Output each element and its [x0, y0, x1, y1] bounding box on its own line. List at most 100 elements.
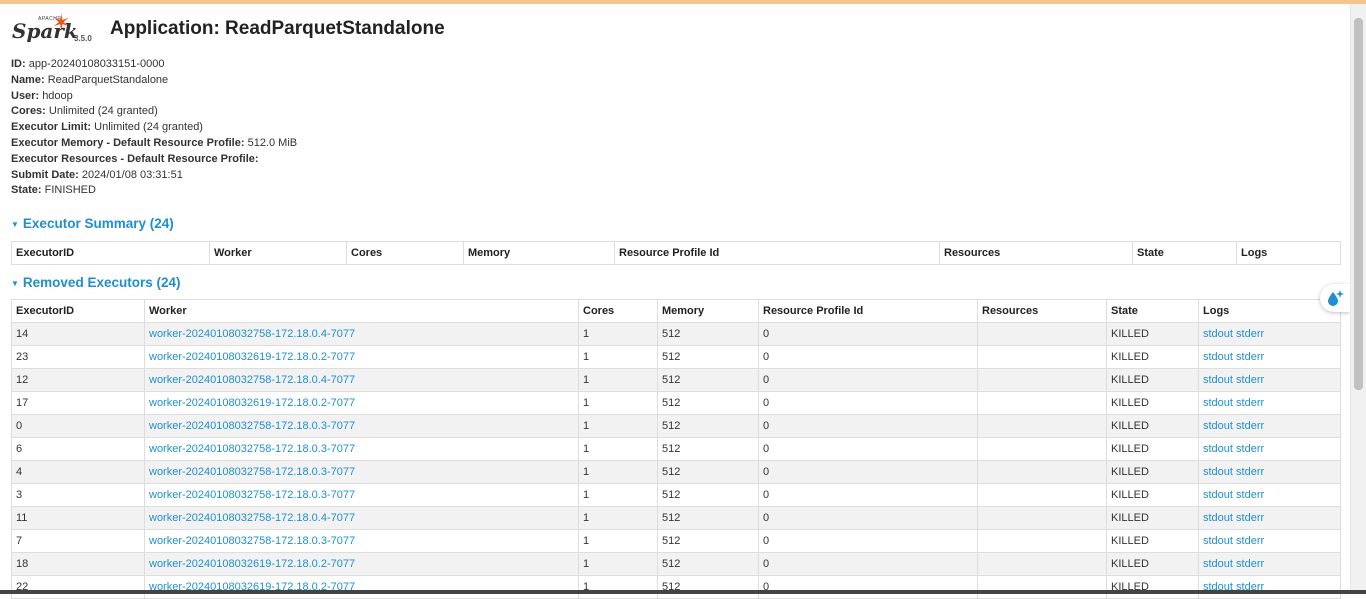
stdout-link[interactable]: stdout — [1203, 466, 1233, 478]
col-header-executorid[interactable]: ExecutorID — [11, 299, 145, 323]
cell-cores: 1 — [578, 575, 658, 599]
cell-resources — [977, 483, 1107, 507]
col-header-worker[interactable]: Worker — [144, 299, 579, 323]
cell-memory: 512 — [657, 506, 759, 530]
stdout-link[interactable]: stdout — [1203, 328, 1233, 340]
cell-state: KILLED — [1106, 368, 1199, 392]
stderr-link[interactable]: stderr — [1236, 374, 1264, 386]
col-header-memory[interactable]: Memory — [463, 241, 615, 265]
vertical-scrollbar[interactable] — [1350, 4, 1366, 590]
cell-resources — [977, 322, 1107, 346]
stdout-link[interactable]: stdout — [1203, 374, 1233, 386]
stderr-link[interactable]: stderr — [1236, 558, 1264, 570]
cell-resources — [977, 437, 1107, 461]
col-header-cores[interactable]: Cores — [346, 241, 464, 265]
cell-state: KILLED — [1106, 460, 1199, 484]
stdout-link[interactable]: stdout — [1203, 397, 1233, 409]
worker-link[interactable]: worker-20240108032758-172.18.0.3-7077 — [149, 535, 355, 547]
caret-down-icon: ▼ — [11, 278, 19, 288]
col-header-memory[interactable]: Memory — [657, 299, 759, 323]
col-header-cores[interactable]: Cores — [578, 299, 658, 323]
cell-cores: 1 — [578, 460, 658, 484]
table-row: 18 worker-20240108032619-172.18.0.2-7077 1… — [11, 552, 1341, 576]
cell-state: KILLED — [1106, 437, 1199, 461]
col-header-logs[interactable]: Logs — [1198, 299, 1341, 323]
removed-executors-header-row: ExecutorID Worker Cores Memory Resource … — [11, 299, 1341, 323]
worker-link[interactable]: worker-20240108032758-172.18.0.3-7077 — [149, 489, 355, 501]
cell-executorid: 7 — [11, 529, 145, 553]
col-header-state[interactable]: State — [1132, 241, 1237, 265]
removed-executors-toggle[interactable]: ▼ Removed Executors (24) — [11, 275, 180, 290]
table-row: 7 worker-20240108032758-172.18.0.3-7077 1 5… — [11, 529, 1341, 553]
col-header-resource-profile-id[interactable]: Resource Profile Id — [614, 241, 940, 265]
cell-worker: worker-20240108032758-172.18.0.4-7077 — [144, 506, 579, 530]
stderr-link[interactable]: stderr — [1236, 397, 1264, 409]
table-row: 11 worker-20240108032758-172.18.0.4-7077 1… — [11, 506, 1341, 530]
cell-cores: 1 — [578, 414, 658, 438]
cell-resources — [977, 506, 1107, 530]
cell-resources — [977, 460, 1107, 484]
executor-summary-toggle[interactable]: ▼ Executor Summary (24) — [11, 216, 174, 231]
table-row: 6 worker-20240108032758-172.18.0.3-7077 1 5… — [11, 437, 1341, 461]
executor-summary-header-row: ExecutorID Worker Cores Memory Resource … — [11, 241, 1341, 265]
cell-executorid: 23 — [11, 345, 145, 369]
worker-link[interactable]: worker-20240108032758-172.18.0.4-7077 — [149, 512, 355, 524]
worker-link[interactable]: worker-20240108032619-172.18.0.2-7077 — [149, 397, 355, 409]
floating-assistant-button[interactable] — [1320, 284, 1350, 312]
cell-logs: stdout stderr — [1198, 483, 1341, 507]
col-header-state[interactable]: State — [1106, 299, 1199, 323]
scrollbar-thumb[interactable] — [1354, 18, 1363, 390]
cell-cores: 1 — [578, 483, 658, 507]
worker-link[interactable]: worker-20240108032619-172.18.0.2-7077 — [149, 351, 355, 363]
stderr-link[interactable]: stderr — [1236, 489, 1264, 501]
cell-memory: 512 — [657, 575, 759, 599]
worker-link[interactable]: worker-20240108032758-172.18.0.3-7077 — [149, 466, 355, 478]
cell-cores: 1 — [578, 345, 658, 369]
col-header-executorid[interactable]: ExecutorID — [11, 241, 210, 265]
cell-worker: worker-20240108032758-172.18.0.3-7077 — [144, 460, 579, 484]
cell-executorid: 14 — [11, 322, 145, 346]
spark-logo[interactable]: APACHE ✶ Spark 3.5.0 — [10, 12, 105, 46]
cell-resource-profile-id: 0 — [758, 391, 978, 415]
cell-memory: 512 — [657, 460, 759, 484]
stdout-link[interactable]: stdout — [1203, 558, 1233, 570]
col-header-resource-profile-id[interactable]: Resource Profile Id — [758, 299, 978, 323]
stdout-link[interactable]: stdout — [1203, 512, 1233, 524]
info-cores: Cores: Unlimited (24 granted) — [11, 105, 158, 118]
cell-resource-profile-id: 0 — [758, 437, 978, 461]
stderr-link[interactable]: stderr — [1236, 420, 1264, 432]
sparkle-drop-icon — [1328, 290, 1344, 306]
stdout-link[interactable]: stdout — [1203, 420, 1233, 432]
worker-link[interactable]: worker-20240108032758-172.18.0.4-7077 — [149, 328, 355, 340]
worker-link[interactable]: worker-20240108032758-172.18.0.3-7077 — [149, 420, 355, 432]
stderr-link[interactable]: stderr — [1236, 443, 1264, 455]
cell-resource-profile-id: 0 — [758, 483, 978, 507]
cell-state: KILLED — [1106, 529, 1199, 553]
cell-resources — [977, 575, 1107, 599]
cell-memory: 512 — [657, 437, 759, 461]
stdout-link[interactable]: stdout — [1203, 351, 1233, 363]
stderr-link[interactable]: stderr — [1236, 328, 1264, 340]
executor-summary-title: Executor Summary (24) — [22, 216, 174, 231]
stdout-link[interactable]: stdout — [1203, 443, 1233, 455]
stdout-link[interactable]: stdout — [1203, 489, 1233, 501]
col-header-logs[interactable]: Logs — [1236, 241, 1341, 265]
stderr-link[interactable]: stderr — [1236, 351, 1264, 363]
stderr-link[interactable]: stderr — [1236, 512, 1264, 524]
col-header-resources[interactable]: Resources — [977, 299, 1107, 323]
cell-worker: worker-20240108032619-172.18.0.2-7077 — [144, 575, 579, 599]
col-header-worker[interactable]: Worker — [209, 241, 347, 265]
cell-cores: 1 — [578, 437, 658, 461]
worker-link[interactable]: worker-20240108032758-172.18.0.3-7077 — [149, 443, 355, 455]
cell-logs: stdout stderr — [1198, 460, 1341, 484]
stdout-link[interactable]: stdout — [1203, 535, 1233, 547]
cell-worker: worker-20240108032619-172.18.0.2-7077 — [144, 391, 579, 415]
stderr-link[interactable]: stderr — [1236, 535, 1264, 547]
col-header-resources[interactable]: Resources — [939, 241, 1133, 265]
worker-link[interactable]: worker-20240108032758-172.18.0.4-7077 — [149, 374, 355, 386]
stderr-link[interactable]: stderr — [1236, 466, 1264, 478]
cell-worker: worker-20240108032758-172.18.0.3-7077 — [144, 529, 579, 553]
worker-link[interactable]: worker-20240108032619-172.18.0.2-7077 — [149, 558, 355, 570]
cell-resource-profile-id: 0 — [758, 368, 978, 392]
cell-state: KILLED — [1106, 483, 1199, 507]
